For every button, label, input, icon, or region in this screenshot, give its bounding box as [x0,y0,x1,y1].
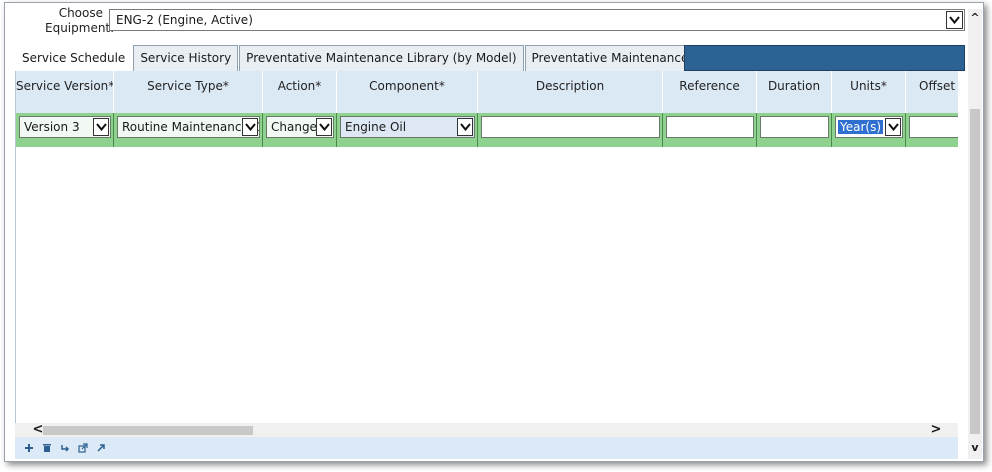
vertical-scroll-thumb[interactable] [970,109,980,434]
cell-reference [663,113,757,147]
redo-icon[interactable] [57,440,73,456]
column-header-service-type[interactable]: Service Type* [114,71,263,113]
cell-description [478,113,663,147]
action-value: Change [271,120,317,134]
column-header-duration[interactable]: Duration [757,71,832,113]
chevron-down-icon[interactable] [316,118,332,136]
tab-pm-library-by-model[interactable]: Preventative Maintenance Library (by Mod… [239,45,524,71]
horizontal-scrollbar[interactable]: < > [15,423,958,437]
external-link-icon[interactable] [75,440,91,456]
column-header-component[interactable]: Component* [337,71,478,113]
equipment-dropdown[interactable]: ENG-2 (Engine, Active) [109,9,965,31]
column-header-action[interactable]: Action* [263,71,337,113]
chevron-down-icon[interactable] [93,118,109,136]
expand-icon[interactable] [93,440,109,456]
service-version-value: Version 3 [24,120,80,134]
description-input[interactable] [481,116,660,138]
units-value: Year(s) [838,120,884,134]
cell-offset [906,113,958,147]
column-header-units[interactable]: Units* [832,71,906,113]
scroll-down-arrow[interactable]: v [968,441,982,454]
units-dropdown[interactable]: Year(s) [835,116,903,138]
duration-input[interactable] [760,116,829,138]
choose-equipment-label: Choose Equipment: [45,6,115,35]
chevron-down-icon[interactable] [457,118,473,136]
chevron-down-icon[interactable] [885,118,901,136]
service-type-dropdown[interactable]: Routine Maintenance: 10 [117,116,260,138]
cell-action: Change [263,113,337,147]
action-dropdown[interactable]: Change [266,116,334,138]
column-header-reference[interactable]: Reference [663,71,757,113]
scroll-right-arrow[interactable]: > [927,423,945,437]
chevron-down-icon[interactable] [946,11,963,29]
table-row[interactable]: Version 3 Routine Maintenance: 10 Change [16,113,958,147]
horizontal-scroll-thumb[interactable] [43,426,253,435]
tab-bar-filler [684,45,965,71]
cell-component: Engine Oil [337,113,478,147]
trash-icon[interactable] [39,440,55,456]
service-version-dropdown[interactable]: Version 3 [19,116,111,138]
column-header-description[interactable]: Description [478,71,663,113]
add-icon[interactable] [21,440,37,456]
chevron-down-icon[interactable] [242,118,258,136]
vertical-scrollbar[interactable]: ^ v [968,9,982,459]
service-type-value: Routine Maintenance: 10 [122,120,260,134]
scroll-up-arrow[interactable]: ^ [968,11,982,24]
service-schedule-window: Choose Equipment: ENG-2 (Engine, Active)… [4,2,984,462]
service-schedule-grid: Service Version* Service Type* Action* C… [15,71,958,437]
cell-service-version: Version 3 [16,113,114,147]
offset-input[interactable] [909,116,958,138]
reference-input[interactable] [666,116,754,138]
cell-units: Year(s) [832,113,906,147]
column-header-offset[interactable]: Offset (D [906,71,958,113]
component-value: Engine Oil [345,120,407,134]
grid-header: Service Version* Service Type* Action* C… [16,71,958,113]
column-header-service-version[interactable]: Service Version* [16,71,114,113]
grid-toolbar [15,437,958,459]
tab-service-schedule[interactable]: Service Schedule [15,45,133,71]
tab-service-history[interactable]: Service History [133,45,239,71]
equipment-value: ENG-2 (Engine, Active) [116,13,253,27]
cell-duration [757,113,832,147]
cell-service-type: Routine Maintenance: 10 [114,113,263,147]
component-dropdown[interactable]: Engine Oil [340,116,475,138]
